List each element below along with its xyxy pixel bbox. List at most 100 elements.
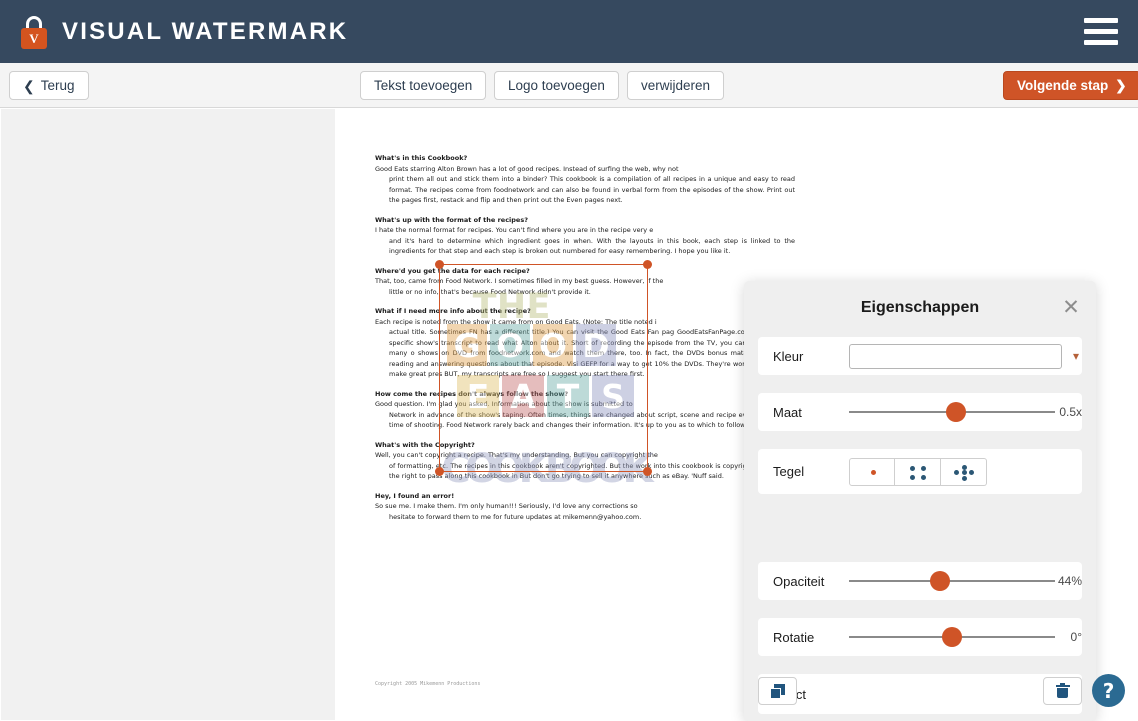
doc-answer-rest: actual title. Sometimes FN has a differe… — [389, 328, 795, 378]
doc-answer: Each recipe is noted from the show it ca… — [375, 317, 795, 380]
rotation-label: Rotatie — [773, 629, 815, 645]
doc-section: Where'd you get the data for each recipe… — [375, 266, 795, 298]
tile-dot — [921, 474, 926, 480]
color-row: Kleur ▾ — [758, 337, 1082, 375]
doc-answer-first: Each recipe is noted from the show it ca… — [375, 317, 657, 326]
tile-dot — [921, 465, 926, 471]
lock-body: V — [21, 27, 47, 49]
doc-answer-first: Good question. I'm glad you asked. Infor… — [375, 400, 633, 408]
doc-answer: I hate the normal format for recipes. Yo… — [375, 225, 795, 257]
tile-dot — [961, 475, 967, 481]
tile-row: Tegel — [758, 449, 1082, 494]
doc-question: What's up with the format of the recipes… — [375, 215, 528, 224]
doc-answer-rest: of formatting, etc. The recipes in this … — [389, 461, 795, 481]
menu-bar — [1084, 18, 1118, 23]
doc-question: What's in this Cookbook? — [375, 154, 468, 162]
size-slider[interactable] — [849, 402, 1055, 422]
doc-answer-rest: hesitate to forward them to me for futur… — [389, 512, 642, 521]
tile-option-diamond-5[interactable] — [941, 457, 987, 486]
toolbar: ❮ Terug Tekst toevoegen Logo toevoegen v… — [0, 63, 1138, 108]
document-footer: Copyright 2005 Mikemenn Productions Page… — [375, 681, 767, 687]
back-button-label: Terug — [40, 78, 75, 93]
tile-option-single[interactable] — [849, 457, 895, 486]
canvas-area: What's in this Cookbook? Good Eats starr… — [0, 109, 1138, 721]
opacity-row: Opaciteit 44% — [758, 562, 1082, 600]
doc-section: Hey, I found an error! So sue me. I make… — [375, 491, 795, 523]
remove-button[interactable]: verwijderen — [627, 71, 725, 100]
rotation-row: Rotatie 0° — [758, 618, 1082, 656]
doc-question: Where'd you get the data for each recipe… — [375, 266, 530, 275]
doc-answer-first: Well, you can't copyright a recipe. That… — [375, 451, 658, 459]
add-text-button[interactable]: Tekst toevoegen — [360, 71, 487, 100]
tile-dot — [969, 470, 974, 475]
doc-answer-rest: little or no info, that's because Food N… — [389, 287, 591, 296]
add-logo-button[interactable]: Logo toevoegen — [494, 71, 619, 100]
doc-answer: Well, you can't copyright a recipe. That… — [375, 450, 795, 482]
panel-title: Eigenschappen — [860, 299, 980, 316]
delete-button[interactable] — [1043, 677, 1082, 705]
doc-answer-first: I hate the normal format for recipes. Yo… — [375, 226, 654, 234]
close-icon[interactable]: ✕ — [1060, 297, 1082, 319]
duplicate-icon — [770, 683, 785, 699]
lock-icon: V — [19, 15, 49, 49]
doc-answer: That, too, came from Food Network. I som… — [375, 276, 795, 297]
app-header: V VISUAL WATERMARK — [0, 0, 1138, 63]
tile-option-group — [849, 457, 987, 486]
opacity-slider-thumb[interactable] — [929, 571, 950, 591]
opacity-slider[interactable] — [849, 571, 1055, 591]
doc-answer: Good question. I'm glad you asked. Infor… — [375, 399, 795, 431]
canvas-workspace[interactable]: What's in this Cookbook? Good Eats starr… — [1, 109, 806, 720]
chevron-down-icon[interactable]: ▾ — [1073, 349, 1079, 363]
duplicate-icon-front — [770, 687, 781, 699]
tile-dot — [870, 470, 876, 475]
tile-dot — [910, 465, 915, 471]
doc-copyright: Copyright 2005 Mikemenn Productions — [375, 681, 481, 687]
tile-dot — [910, 474, 915, 480]
doc-section: What's in this Cookbook? Good Eats starr… — [375, 153, 795, 206]
brand-title: VISUAL WATERMARK — [62, 17, 349, 45]
doc-answer-first: Good Eats starring Alton Brown has a lot… — [375, 164, 679, 173]
help-button[interactable]: ? — [1092, 674, 1125, 707]
doc-answer-rest: and it's hard to determine which ingredi… — [389, 236, 795, 256]
rotation-slider[interactable] — [849, 627, 1055, 647]
doc-question: Hey, I found an error! — [375, 491, 455, 500]
tile-dot — [961, 464, 967, 470]
tile-option-grid-4[interactable] — [895, 457, 941, 486]
document-page[interactable]: What's in this Cookbook? Good Eats starr… — [335, 109, 806, 720]
doc-section: What if I need more info about the recip… — [375, 306, 795, 380]
doc-answer-rest: print them all out and stick them into a… — [389, 175, 795, 204]
hamburger-menu-icon[interactable] — [1084, 18, 1118, 45]
chevron-right-icon: ❯ — [1115, 77, 1127, 93]
doc-section: What's up with the format of the recipes… — [375, 215, 795, 257]
trash-lid — [1055, 685, 1070, 688]
tile-dot — [954, 470, 959, 475]
size-label: Maat — [773, 404, 802, 420]
opacity-label: Opaciteit — [773, 573, 825, 589]
duplicate-button[interactable] — [758, 677, 797, 705]
slider-track — [849, 580, 1055, 582]
doc-question: What's with the Copyright? — [375, 440, 475, 449]
trash-can — [1057, 688, 1068, 698]
back-button[interactable]: ❮ Terug — [9, 71, 89, 100]
next-step-button[interactable]: Volgende stap ❯ — [1003, 71, 1138, 100]
color-input[interactable] — [849, 343, 1062, 369]
size-slider-thumb[interactable] — [946, 402, 967, 422]
doc-question: What if I need more info about the recip… — [375, 307, 531, 315]
doc-answer-first: So sue me. I make them. I'm only human!!… — [375, 502, 638, 510]
doc-answer-rest: Network in advance of the show's taping.… — [389, 410, 795, 430]
document-text-body: What's in this Cookbook? Good Eats starr… — [375, 153, 795, 531]
doc-answer: Good Eats starring Alton Brown has a lot… — [375, 164, 795, 206]
doc-answer-first: That, too, came from Food Network. I som… — [375, 277, 664, 285]
doc-section: What's with the Copyright? Well, you can… — [375, 440, 795, 482]
doc-section: How come the recipes don't always follow… — [375, 389, 795, 431]
tile-label: Tegel — [773, 464, 805, 479]
properties-panel: Eigenschappen ✕ Kleur ▾ Maat 0.5x Tegel — [744, 281, 1096, 721]
color-label: Kleur — [773, 348, 804, 364]
chevron-left-icon: ❮ — [23, 77, 35, 94]
size-row: Maat 0.5x — [758, 393, 1082, 431]
rotation-slider-thumb[interactable] — [942, 627, 962, 647]
panel-footer — [758, 677, 1082, 705]
doc-answer: So sue me. I make them. I'm only human!!… — [375, 501, 795, 522]
doc-question: How come the recipes don't always follow… — [375, 389, 569, 398]
brand-logo: V VISUAL WATERMARK — [19, 15, 348, 49]
